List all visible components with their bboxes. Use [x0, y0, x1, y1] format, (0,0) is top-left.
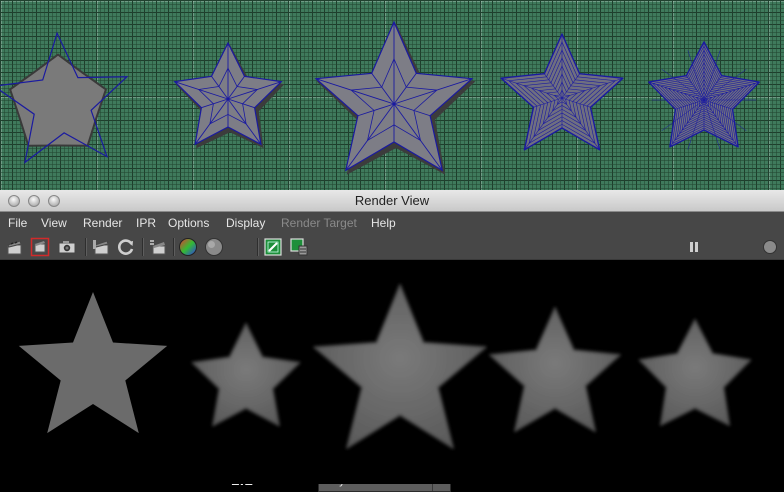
rendered-star	[489, 307, 621, 432]
toolbar-separator	[173, 238, 175, 256]
toolbar-separator	[85, 238, 87, 256]
menu-options[interactable]: Options	[168, 216, 209, 230]
keep-image-icon[interactable]	[263, 237, 283, 257]
render-toolbar: 1:1 Maya Software IPR: 0MB	[0, 234, 784, 492]
pause-icon[interactable]	[687, 237, 701, 257]
stop-icon[interactable]	[760, 237, 780, 257]
render-sequence-icon[interactable]	[148, 237, 168, 257]
rendered-star	[313, 284, 487, 449]
menu-ipr[interactable]: IPR	[136, 216, 156, 230]
star-surface	[9, 53, 107, 147]
menu-view[interactable]: View	[41, 216, 67, 230]
remove-image-icon[interactable]	[289, 237, 309, 257]
rendered-star	[18, 292, 168, 434]
render-output-area	[0, 260, 784, 484]
menu-render[interactable]: Render	[83, 216, 122, 230]
render-image	[18, 284, 752, 449]
menu-help[interactable]: Help	[371, 216, 396, 230]
rendered-star	[191, 323, 301, 427]
star-model	[173, 41, 285, 149]
star-model	[500, 33, 624, 151]
toolbar-separator	[142, 238, 144, 256]
window-title: Render View	[354, 193, 430, 208]
star-model	[648, 41, 760, 150]
star-model	[314, 20, 476, 175]
menu-file[interactable]: File	[8, 216, 27, 230]
menu-render-target: Render Target	[281, 216, 357, 230]
render-region-icon[interactable]	[30, 237, 50, 257]
toolbar-separator	[257, 238, 259, 256]
rendered-star	[638, 319, 752, 426]
modeling-viewport[interactable]	[0, 0, 784, 190]
menu-display[interactable]: Display	[226, 216, 265, 230]
snapshot-camera-icon[interactable]	[57, 237, 77, 257]
ipr-render-icon[interactable]	[91, 237, 111, 257]
render-clapper-icon[interactable]	[5, 237, 25, 257]
menu-bar: File View Render IPR Options Display Ren…	[0, 212, 784, 234]
alpha-channel-icon[interactable]	[204, 237, 224, 257]
viewport-canvas[interactable]	[0, 0, 784, 190]
rgb-channels-icon[interactable]	[178, 237, 198, 257]
refresh-ipr-icon[interactable]	[116, 237, 136, 257]
star-model	[0, 31, 129, 164]
window-titlebar: Render View	[0, 190, 784, 212]
